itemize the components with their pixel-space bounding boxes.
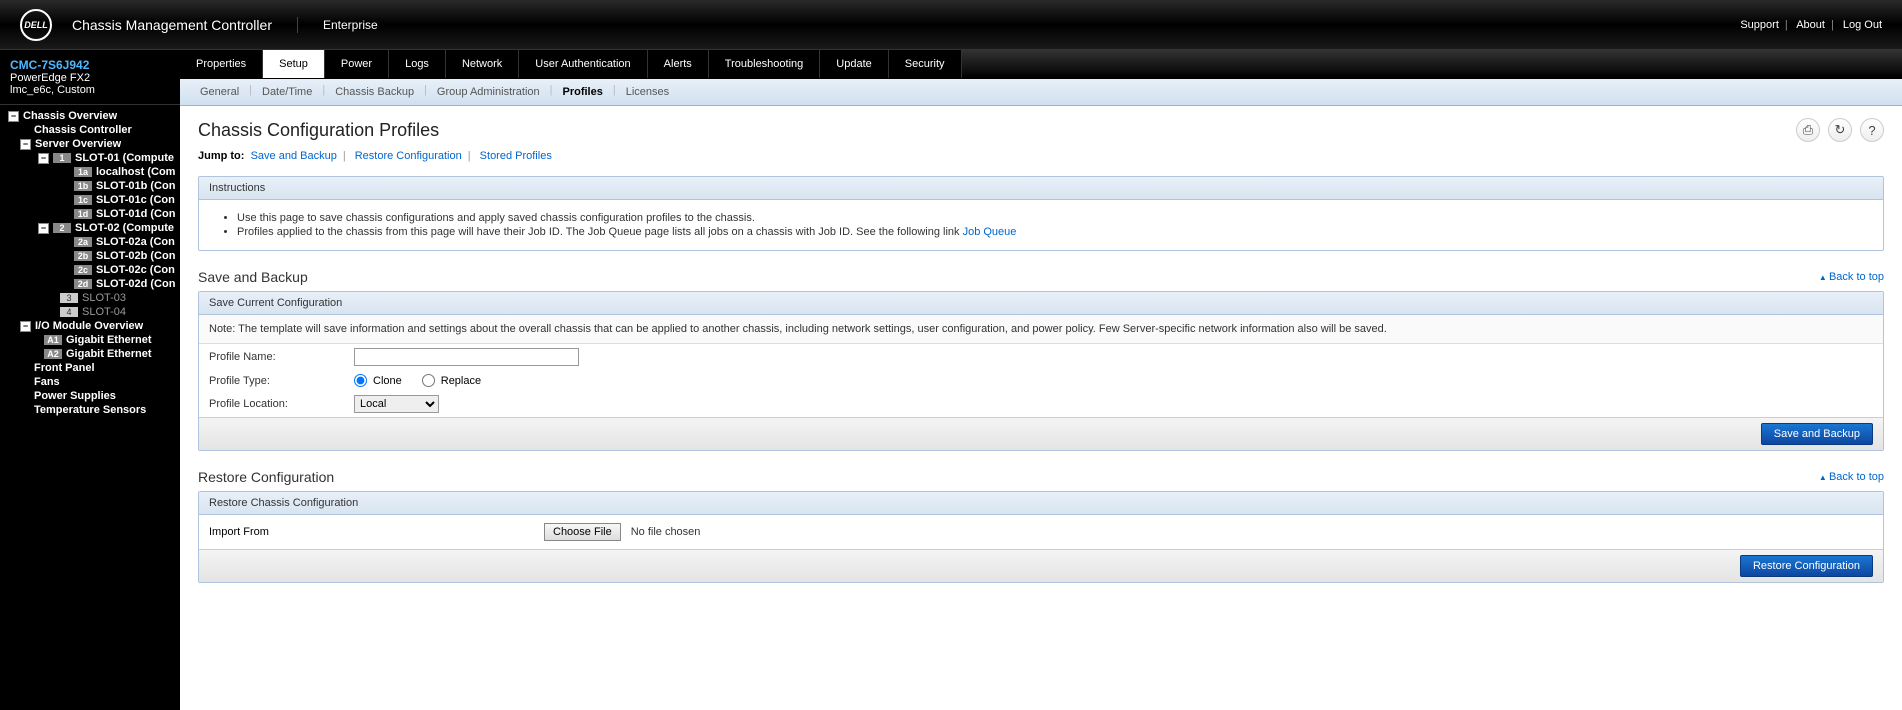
tree-slot-02c[interactable]: 2cSLOT-02c (Con (0, 263, 180, 277)
tab-power[interactable]: Power (325, 50, 389, 78)
replace-label: Replace (441, 375, 481, 387)
tree-server-overview[interactable]: −Server Overview (0, 137, 180, 151)
clone-radio[interactable] (354, 374, 367, 387)
jumpto-stored[interactable]: Stored Profiles (480, 150, 552, 162)
device-name: CMC-7S6J942 (10, 58, 170, 72)
tab-setup[interactable]: Setup (263, 50, 325, 78)
tree-slot-01a[interactable]: 1alocalhost (Com (0, 165, 180, 179)
save-note: Note: The template will save information… (199, 315, 1883, 344)
restore-panel: Restore Chassis Configuration Import Fro… (198, 491, 1884, 583)
device-info: CMC-7S6J942 PowerEdge FX2 lmc_e6c, Custo… (0, 50, 180, 105)
device-model: PowerEdge FX2 (10, 72, 170, 84)
refresh-icon[interactable]: ↻ (1828, 118, 1852, 142)
tab-user-auth[interactable]: User Authentication (519, 50, 647, 78)
tab-alerts[interactable]: Alerts (648, 50, 709, 78)
tab-network[interactable]: Network (446, 50, 519, 78)
save-backup-button[interactable]: Save and Backup (1761, 423, 1873, 445)
instruction-line2: Profiles applied to the chassis from thi… (237, 226, 1869, 238)
sidebar: CMC-7S6J942 PowerEdge FX2 lmc_e6c, Custo… (0, 50, 180, 710)
collapse-icon[interactable]: − (38, 153, 49, 164)
save-panel: Save Current Configuration Note: The tem… (198, 291, 1884, 451)
logout-link[interactable]: Log Out (1843, 19, 1882, 31)
nav-tree: −Chassis Overview Chassis Controller −Se… (0, 105, 180, 421)
subtab-datetime[interactable]: Date/Time (254, 84, 320, 100)
jump-to-bar: Jump to: Save and Backup| Restore Config… (198, 150, 1884, 162)
restore-section-title: Restore Configuration (198, 469, 334, 485)
tree-slot-03[interactable]: 3SLOT-03 (0, 291, 180, 305)
print-icon[interactable]: ⎙ (1796, 118, 1820, 142)
tree-slot-01d[interactable]: 1dSLOT-01d (Con (0, 207, 180, 221)
restore-panel-header: Restore Chassis Configuration (199, 492, 1883, 515)
jumpto-label: Jump to: (198, 150, 244, 162)
app-header: DELL Chassis Management Controller Enter… (0, 0, 1902, 50)
collapse-icon[interactable]: − (20, 321, 31, 332)
back-to-top-link[interactable]: Back to top (1819, 271, 1884, 283)
tab-logs[interactable]: Logs (389, 50, 446, 78)
jumpto-restore[interactable]: Restore Configuration (355, 150, 462, 162)
tree-front-panel[interactable]: Front Panel (0, 361, 180, 375)
tree-io-a2[interactable]: A2Gigabit Ethernet (0, 347, 180, 361)
tree-slot-02a[interactable]: 2aSLOT-02a (Con (0, 235, 180, 249)
tab-security[interactable]: Security (889, 50, 962, 78)
tree-power-supplies[interactable]: Power Supplies (0, 389, 180, 403)
device-detail: lmc_e6c, Custom (10, 84, 170, 96)
profile-type-label: Profile Type: (209, 375, 354, 387)
clone-label: Clone (373, 375, 402, 387)
collapse-icon[interactable]: − (38, 223, 49, 234)
subtab-group-admin[interactable]: Group Administration (429, 84, 548, 100)
support-link[interactable]: Support (1740, 19, 1779, 31)
import-from-label: Import From (209, 526, 534, 538)
profile-location-label: Profile Location: (209, 398, 354, 410)
main-tabs: Properties Setup Power Logs Network User… (180, 50, 1902, 79)
instructions-header: Instructions (199, 177, 1883, 200)
tree-slot-01[interactable]: −1SLOT-01 (Compute (0, 151, 180, 165)
save-section-title: Save and Backup (198, 269, 308, 285)
tree-io-overview[interactable]: −I/O Module Overview (0, 319, 180, 333)
tab-properties[interactable]: Properties (180, 50, 263, 78)
about-link[interactable]: About (1796, 19, 1825, 31)
restore-config-button[interactable]: Restore Configuration (1740, 555, 1873, 577)
profile-name-label: Profile Name: (209, 351, 354, 363)
collapse-icon[interactable]: − (20, 139, 31, 150)
back-to-top-link[interactable]: Back to top (1819, 471, 1884, 483)
file-status: No file chosen (631, 526, 701, 538)
instruction-line1: Use this page to save chassis configurat… (237, 212, 1869, 224)
tree-slot-02[interactable]: −2SLOT-02 (Compute (0, 221, 180, 235)
choose-file-button[interactable]: Choose File (544, 523, 621, 541)
dell-logo: DELL (20, 9, 52, 41)
subtab-profiles[interactable]: Profiles (555, 84, 611, 100)
page-title: Chassis Configuration Profiles (198, 120, 439, 141)
sub-tabs: General| Date/Time| Chassis Backup| Grou… (180, 79, 1902, 106)
tab-update[interactable]: Update (820, 50, 888, 78)
profile-name-input[interactable] (354, 348, 579, 366)
tree-chassis-overview[interactable]: −Chassis Overview (0, 109, 180, 123)
subtab-chassis-backup[interactable]: Chassis Backup (327, 84, 422, 100)
tree-slot-01b[interactable]: 1bSLOT-01b (Con (0, 179, 180, 193)
profile-location-select[interactable]: Local (354, 395, 439, 413)
tree-io-a1[interactable]: A1Gigabit Ethernet (0, 333, 180, 347)
save-panel-header: Save Current Configuration (199, 292, 1883, 315)
tree-temp-sensors[interactable]: Temperature Sensors (0, 403, 180, 417)
tree-slot-02b[interactable]: 2bSLOT-02b (Con (0, 249, 180, 263)
tree-slot-04[interactable]: 4SLOT-04 (0, 305, 180, 319)
tree-chassis-controller[interactable]: Chassis Controller (0, 123, 180, 137)
content-area: Properties Setup Power Logs Network User… (180, 50, 1902, 710)
tree-fans[interactable]: Fans (0, 375, 180, 389)
collapse-icon[interactable]: − (8, 111, 19, 122)
instructions-panel: Instructions Use this page to save chass… (198, 176, 1884, 251)
subtab-licenses[interactable]: Licenses (618, 84, 677, 100)
header-links: Support| About| Log Out (1740, 19, 1882, 31)
job-queue-link[interactable]: Job Queue (963, 226, 1017, 238)
subtab-general[interactable]: General (192, 84, 247, 100)
tab-troubleshooting[interactable]: Troubleshooting (709, 50, 820, 78)
replace-radio[interactable] (422, 374, 435, 387)
help-icon[interactable]: ? (1860, 118, 1884, 142)
jumpto-save[interactable]: Save and Backup (251, 150, 337, 162)
tree-slot-01c[interactable]: 1cSLOT-01c (Con (0, 193, 180, 207)
app-subtitle: Enterprise (298, 18, 378, 32)
tree-slot-02d[interactable]: 2dSLOT-02d (Con (0, 277, 180, 291)
app-title: Chassis Management Controller (72, 17, 298, 33)
